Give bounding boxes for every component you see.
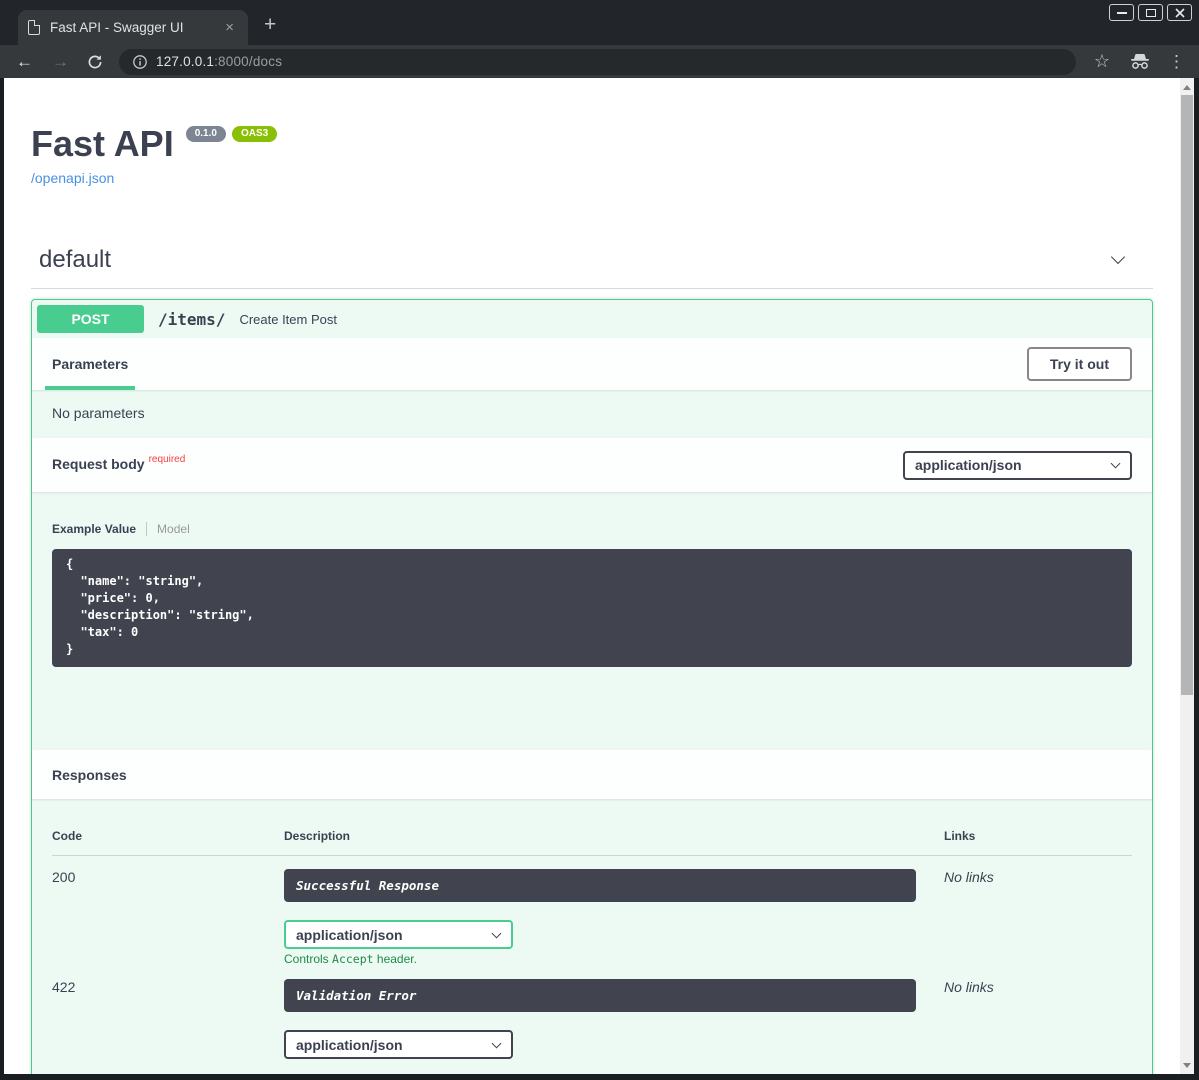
tab-divider <box>146 522 147 536</box>
page-title: Fast API <box>31 122 174 165</box>
titlebar: Fast API - Swagger UI × + <box>0 0 1199 45</box>
http-method-badge: POST <box>37 305 144 333</box>
column-header-links: Links <box>944 829 1132 843</box>
url-host: 127.0.0.1 <box>156 54 214 69</box>
required-label: required <box>149 454 186 465</box>
responses-table: Code Description Links 200 Successful Re… <box>32 799 1152 1074</box>
tab-parameters[interactable]: Parameters <box>52 338 128 390</box>
tab-title: Fast API - Swagger UI <box>50 20 211 35</box>
request-body-example: Example Value Model { "name": "string", … <box>32 492 1152 750</box>
response-422-media-type-select[interactable]: application/json <box>284 1030 513 1059</box>
browser-toolbar: ← → 127.0.0.1:8000/docs ☆ <box>0 45 1199 78</box>
request-media-type-select[interactable]: application/json <box>903 451 1132 480</box>
request-body-header: Request body required application/json <box>32 438 1152 492</box>
post-operation-block: POST /items/ Create Item Post Parameters… <box>31 299 1153 1074</box>
response-description: Successful Response <box>284 869 916 902</box>
api-info: Fast API 0.1.0 OAS3 /openapi.json <box>4 122 1180 188</box>
browser-menu-icon[interactable]: ⋮ <box>1168 52 1185 72</box>
maximize-button[interactable] <box>1138 4 1163 21</box>
scroll-up-arrow-icon[interactable] <box>1180 80 1194 94</box>
url-text: 127.0.0.1:8000/docs <box>156 54 282 69</box>
column-header-description: Description <box>284 829 916 843</box>
request-body-label: Request body <box>52 456 145 472</box>
site-info-icon[interactable] <box>133 55 147 69</box>
responses-header: Responses <box>32 750 1152 799</box>
no-parameters-text: No parameters <box>32 390 1152 438</box>
response-row-422: 422 Validation Error application/json <box>52 966 1132 1074</box>
openapi-spec-link[interactable]: /openapi.json <box>31 170 114 186</box>
tab-example-value[interactable]: Example Value <box>52 522 136 536</box>
example-model-tabs: Example Value Model <box>52 522 1132 536</box>
scroll-down-arrow-icon[interactable] <box>1180 1058 1194 1072</box>
column-header-code: Code <box>52 829 284 843</box>
operation-path: /items/ <box>158 310 225 329</box>
address-bar[interactable]: 127.0.0.1:8000/docs <box>119 49 1076 75</box>
chevron-down-icon[interactable] <box>1111 250 1125 264</box>
minimize-button[interactable] <box>1109 4 1134 21</box>
version-badge: 0.1.0 <box>186 126 226 142</box>
tag-section-header[interactable]: default <box>31 246 1153 289</box>
bookmark-star-icon[interactable]: ☆ <box>1094 51 1110 72</box>
incognito-icon <box>1129 53 1151 70</box>
close-icon <box>1175 8 1185 18</box>
api-title-row: Fast API 0.1.0 OAS3 <box>31 122 1153 165</box>
page-favicon-icon <box>28 20 40 35</box>
back-icon[interactable]: ← <box>16 53 33 70</box>
response-200-media-type-select[interactable]: application/json <box>284 920 513 949</box>
forward-icon[interactable]: → <box>52 53 69 70</box>
browser-window: Fast API - Swagger UI × + ← → <box>0 0 1199 1080</box>
responses-table-head: Code Description Links <box>52 829 1132 856</box>
minimize-icon <box>1117 12 1127 14</box>
new-tab-button[interactable]: + <box>264 14 276 36</box>
tag-name: default <box>39 246 111 274</box>
operation-summary[interactable]: POST /items/ Create Item Post <box>32 300 1152 338</box>
window-controls <box>1109 4 1192 21</box>
response-links: No links <box>944 979 1132 1074</box>
response-code: 200 <box>52 869 284 966</box>
reload-icon[interactable] <box>87 54 103 70</box>
accept-header-note: Controls Accept header. <box>284 952 916 966</box>
oas3-badge: OAS3 <box>232 126 277 142</box>
browser-tab[interactable]: Fast API - Swagger UI × <box>18 10 248 45</box>
responses-label: Responses <box>52 767 127 783</box>
request-example-code: { "name": "string", "price": 0, "descrip… <box>52 549 1132 667</box>
close-button[interactable] <box>1167 4 1192 21</box>
response-description: Validation Error <box>284 979 916 1012</box>
maximize-icon <box>1146 9 1156 17</box>
swagger-page: Fast API 0.1.0 OAS3 /openapi.json defaul… <box>4 78 1180 1074</box>
url-path: :8000/docs <box>214 54 282 69</box>
response-row-200: 200 Successful Response application/json <box>52 856 1132 966</box>
page-scrollbar[interactable] <box>1180 78 1194 1074</box>
operation-summary-text: Create Item Post <box>239 312 337 327</box>
response-code: 422 <box>52 979 284 1074</box>
scrollbar-thumb[interactable] <box>1181 95 1193 695</box>
tab-model[interactable]: Model <box>157 522 190 536</box>
tab-close-icon[interactable]: × <box>221 19 238 36</box>
parameters-header: Parameters Try it out <box>32 338 1152 390</box>
try-it-out-button[interactable]: Try it out <box>1027 347 1132 381</box>
response-links: No links <box>944 869 1132 966</box>
